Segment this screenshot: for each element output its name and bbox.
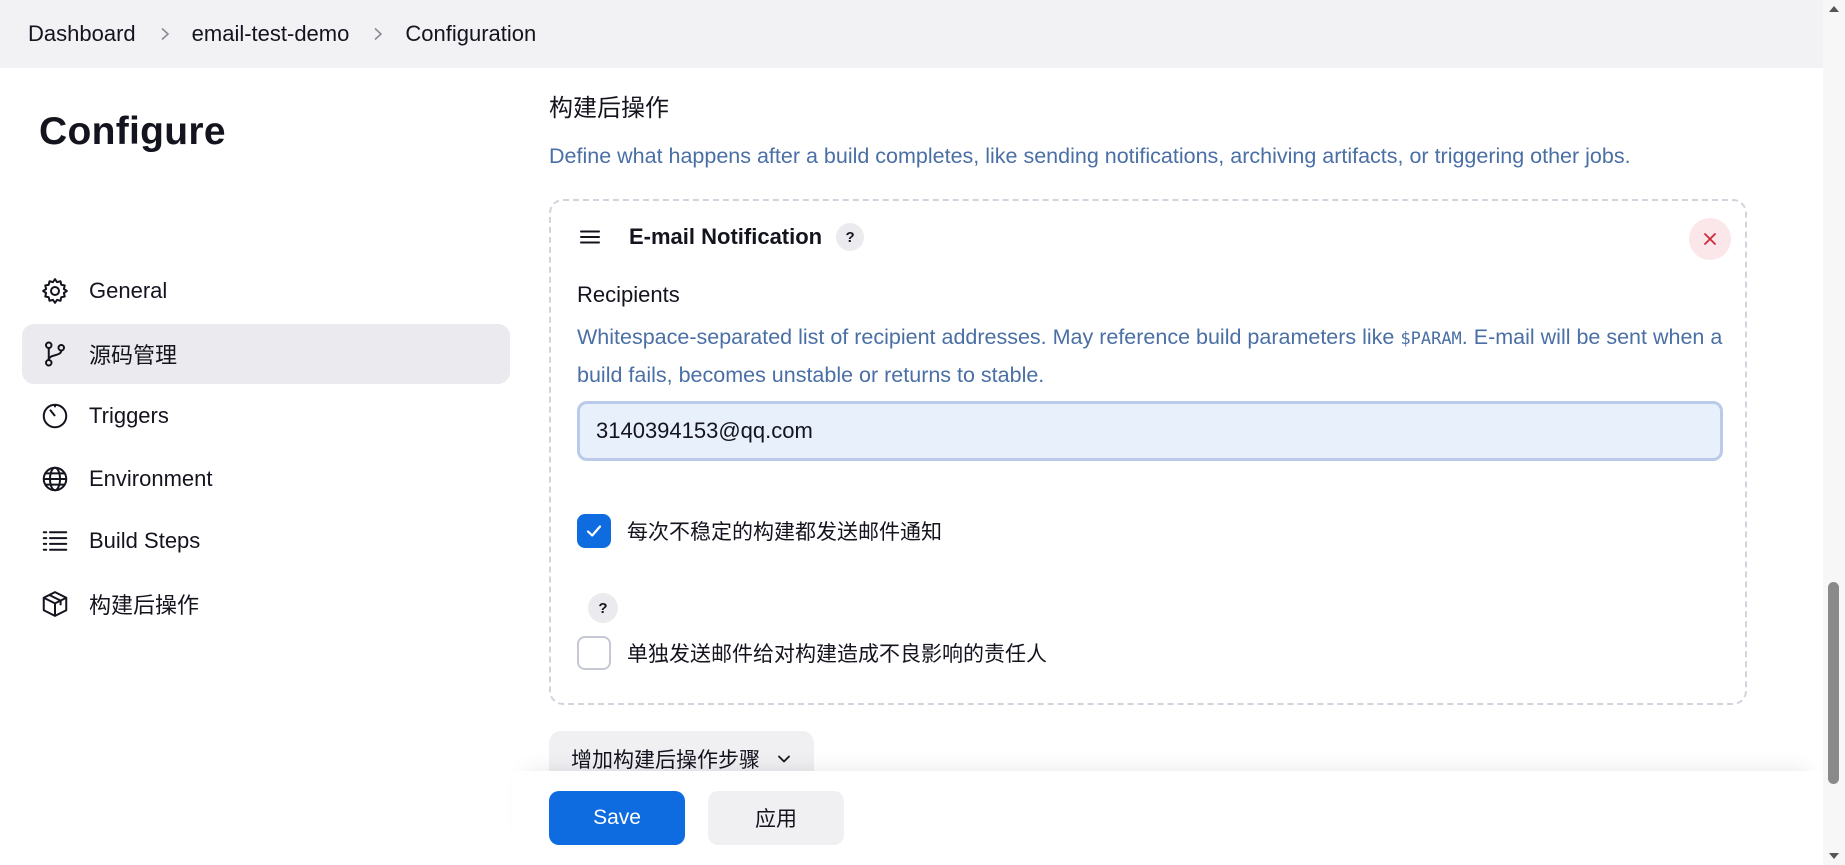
individual-notify-row: 单独发送邮件给对构建造成不良影响的责任人 xyxy=(577,636,1047,670)
gear-icon xyxy=(39,275,71,307)
sidebar-item-label: Triggers xyxy=(89,403,169,428)
unstable-notify-checkbox[interactable] xyxy=(577,514,611,548)
breadcrumb-job[interactable]: email-test-demo xyxy=(192,21,350,47)
section-title: 构建后操作 xyxy=(549,95,669,122)
help-button[interactable]: ? xyxy=(836,223,865,251)
scroll-up-arrow-icon[interactable] xyxy=(1828,4,1840,14)
param-code: $PARAM xyxy=(1400,329,1462,349)
sidebar-item-scm[interactable]: 源码管理 xyxy=(22,323,510,384)
chevron-down-icon xyxy=(778,755,790,763)
page-title: Configure xyxy=(39,110,226,153)
package-icon xyxy=(39,588,71,620)
close-icon xyxy=(1704,233,1716,245)
scroll-down-arrow-icon[interactable] xyxy=(1828,851,1840,861)
globe-icon xyxy=(39,463,71,495)
sidebar-item-post-build[interactable]: 构建后操作 xyxy=(22,574,510,634)
sidebar-nav: General 源码管理 Triggers Environment Build … xyxy=(22,261,510,636)
email-notification-card: E-mail Notification ? Recipients Whitesp… xyxy=(549,199,1747,705)
add-step-label: 增加构建后操作步骤 xyxy=(571,749,760,772)
sidebar-item-label: Build Steps xyxy=(89,528,201,553)
recipients-label: Recipients xyxy=(577,282,680,307)
apply-button[interactable]: 应用 xyxy=(708,791,844,845)
sidebar-item-label: General xyxy=(89,278,168,303)
individual-notify-label: 单独发送邮件给对构建造成不良影响的责任人 xyxy=(627,643,1047,666)
chevron-right-icon xyxy=(158,27,172,41)
checkmark-icon xyxy=(586,525,602,537)
vertical-scrollbar[interactable] xyxy=(1823,0,1845,865)
section-description: Define what happens after a build comple… xyxy=(549,144,1631,168)
timer-icon xyxy=(39,400,71,432)
recipients-input[interactable] xyxy=(577,401,1723,461)
unstable-notify-row: 每次不稳定的构建都发送邮件通知 xyxy=(577,514,942,548)
help-button[interactable]: ? xyxy=(588,593,618,623)
unstable-notify-label: 每次不稳定的构建都发送邮件通知 xyxy=(627,521,942,544)
branch-icon xyxy=(39,338,71,370)
sidebar: Configure General 源码管理 Triggers Environm… xyxy=(0,68,520,865)
recipients-description: Whitespace-separated list of recipient a… xyxy=(577,325,1723,387)
sidebar-item-label: 源码管理 xyxy=(89,342,178,368)
breadcrumb-configuration: Configuration xyxy=(405,21,537,46)
save-button[interactable]: Save xyxy=(549,791,685,845)
sidebar-item-label: Environment xyxy=(89,465,213,491)
breadcrumb-dashboard[interactable]: Dashboard xyxy=(28,21,136,47)
list-icon xyxy=(39,525,71,557)
sidebar-item-triggers[interactable]: Triggers xyxy=(22,386,510,446)
drag-handle-icon[interactable] xyxy=(577,224,603,250)
breadcrumb: Dashboard email-test-demo Configuration xyxy=(0,0,1823,68)
sidebar-item-label: 构建后操作 xyxy=(89,592,200,618)
card-title: E-mail Notification xyxy=(629,224,823,249)
form-actions-bar: Save 应用 xyxy=(512,771,1823,865)
sidebar-item-environment[interactable]: Environment xyxy=(22,449,510,509)
chevron-right-icon xyxy=(371,27,385,41)
individual-notify-checkbox[interactable] xyxy=(577,636,611,670)
scrollbar-thumb[interactable] xyxy=(1828,582,1839,784)
sidebar-item-build-steps[interactable]: Build Steps xyxy=(22,511,510,571)
delete-step-button[interactable] xyxy=(1689,218,1731,260)
sidebar-item-general[interactable]: General xyxy=(22,261,510,321)
card-header: E-mail Notification ? xyxy=(577,223,865,251)
